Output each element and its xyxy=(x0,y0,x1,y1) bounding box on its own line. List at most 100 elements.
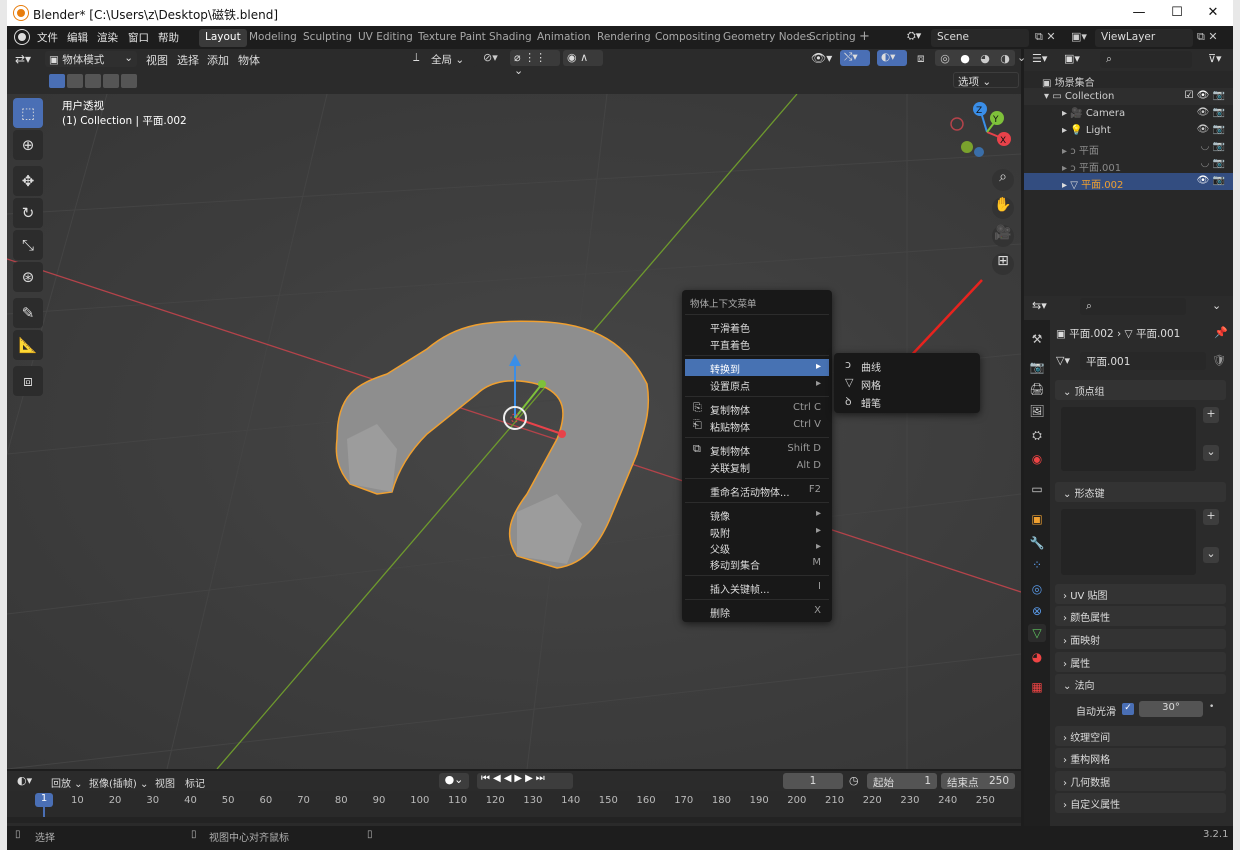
playback-controls[interactable]: ⏮◀◀▶▶⏭ xyxy=(477,773,573,789)
add-shape-key-button[interactable]: + xyxy=(1203,509,1219,525)
view-layer-field[interactable]: ViewLayer xyxy=(1095,29,1193,47)
output-tab-icon[interactable]: 🖨 xyxy=(1028,380,1046,398)
select-extend-icon[interactable] xyxy=(67,74,83,88)
transform-orientation-icon[interactable]: ⟘ xyxy=(413,51,420,65)
menu-item-rename-active[interactable]: 重命名活动物体... F2 xyxy=(685,482,829,499)
menu-item-convert-to[interactable]: 转换到 ▸ xyxy=(685,359,829,376)
visibility-icon[interactable]: 👁▾ xyxy=(811,51,832,65)
outliner-row-collection[interactable]: ▾ ▭ Collection ☑ 👁 📷 xyxy=(1024,88,1233,105)
panel-vertex-groups[interactable]: ⌄ 顶点组 xyxy=(1055,380,1226,400)
mesh-name-field[interactable]: 平面.001 xyxy=(1080,352,1206,370)
texture-tab-icon[interactable]: ▦ xyxy=(1028,678,1046,696)
menu-file[interactable]: 文件 xyxy=(37,30,58,45)
panel-color-attributes[interactable]: › 颜色属性 xyxy=(1055,606,1226,626)
menu-item-duplicate-objects[interactable]: ⧉ 复制物体 Shift D xyxy=(685,441,829,458)
fake-user-icon[interactable]: 🛡 xyxy=(1212,354,1226,367)
perspective-toggle-icon[interactable]: ⊞ xyxy=(992,253,1014,275)
filter-icon[interactable]: ⊽▾ xyxy=(1208,52,1222,65)
select-intersect-icon[interactable] xyxy=(121,74,137,88)
constraints-tab-icon[interactable]: ⊗ xyxy=(1028,602,1046,620)
world-tab-icon[interactable]: ◉ xyxy=(1028,450,1046,468)
menu-item-delete[interactable]: 删除 X xyxy=(685,603,829,620)
pan-hand-icon[interactable]: ✋ xyxy=(992,197,1014,219)
annotate-tool-icon[interactable]: ✎ xyxy=(13,298,43,328)
outliner-editor-icon[interactable]: ☰▾ xyxy=(1032,52,1047,65)
scene-tab-icon[interactable]: ⛭ xyxy=(1028,426,1046,444)
properties-editor-icon[interactable]: ⇆▾ xyxy=(1032,299,1047,312)
tool-tab-icon[interactable]: ⚒ xyxy=(1028,330,1046,348)
outliner-row-plane-001[interactable]: ▸ ↄ 平面.001 ◡ 📷 xyxy=(1024,156,1233,174)
overlay-toggle[interactable]: ◐▾ xyxy=(877,50,907,66)
menu-window[interactable]: 窗口 xyxy=(128,30,149,45)
auto-smooth-angle-field[interactable]: 30° xyxy=(1139,701,1203,717)
xray-toggle-icon[interactable]: ⧈ xyxy=(917,51,925,66)
properties-search-input[interactable]: ⌕ xyxy=(1080,298,1186,315)
select-mode-buttons[interactable] xyxy=(49,74,137,88)
menu-edit[interactable]: 编辑 xyxy=(67,30,88,45)
menu-item-snap[interactable]: 吸附 ▸ xyxy=(685,523,829,540)
snapping-toggle[interactable]: ⌀ ⋮⋮ ⌄ xyxy=(510,50,560,77)
minimize-button[interactable]: — xyxy=(1119,3,1159,23)
camera-view-icon[interactable]: 🎥 xyxy=(992,225,1014,247)
record-button[interactable]: ●⌄ xyxy=(439,773,469,789)
tab-compositing[interactable]: Compositing xyxy=(649,29,727,47)
menu-item-mirror[interactable]: 镜像 ▸ xyxy=(685,506,829,523)
menu-marker[interactable]: 标记 xyxy=(185,775,205,790)
collection-visibility-icons[interactable]: ☑ 👁 📷 xyxy=(1185,90,1225,101)
display-mode-icon[interactable]: ▣▾ xyxy=(1064,52,1080,65)
select-invert-icon[interactable] xyxy=(103,74,119,88)
x-handle-icon[interactable] xyxy=(558,430,566,438)
proportional-edit-toggle[interactable]: ◉ ∧ xyxy=(563,50,603,66)
shape-key-menu-button[interactable]: ⌄ xyxy=(1203,547,1219,563)
transform-orientation-select[interactable]: 全局 ⌄ xyxy=(427,51,477,67)
submenu-item-grease-pencil[interactable]: ꝺ 蜡笔 xyxy=(837,393,977,410)
menu-help[interactable]: 帮助 xyxy=(158,30,179,45)
close-button[interactable]: ✕ xyxy=(1193,3,1233,23)
menu-playback[interactable]: 回放 ⌄ xyxy=(51,775,83,790)
panel-shape-keys[interactable]: ⌄ 形态键 xyxy=(1055,482,1226,502)
outliner-search-input[interactable]: ⌕ xyxy=(1100,51,1192,68)
camera-visibility-icons[interactable]: 👁 📷 xyxy=(1197,107,1225,118)
transform-tool-icon[interactable]: ⊛ xyxy=(13,262,43,292)
outliner-row-scene-collection[interactable]: ▣ 场景集合 xyxy=(1024,71,1233,89)
physics-tab-icon[interactable]: ◎ xyxy=(1028,580,1046,598)
mode-select[interactable]: ▣ 物体模式 ⌄ xyxy=(45,51,137,67)
tab-texture-paint[interactable]: Texture Paint xyxy=(412,29,492,47)
panel-attributes[interactable]: › 属性 xyxy=(1055,652,1226,672)
panel-remesh[interactable]: › 重构网格 xyxy=(1055,748,1226,768)
vertex-group-menu-button[interactable]: ⌄ xyxy=(1203,445,1219,461)
solid-shading-icon[interactable]: ● xyxy=(960,52,970,65)
menu-item-paste-objects[interactable]: ⎗ 粘贴物体 Ctrl V xyxy=(685,417,829,434)
panel-uv-maps[interactable]: › UV 贴图 xyxy=(1055,584,1226,604)
menu-item-copy-objects[interactable]: ⎘ 复制物体 Ctrl C xyxy=(685,400,829,417)
menu-timeline-view[interactable]: 视图 xyxy=(155,775,175,790)
menu-keying[interactable]: 抠像(插帧) ⌄ xyxy=(89,775,148,790)
timeline-scrollbar[interactable] xyxy=(7,817,1021,823)
menu-item-smooth-shade[interactable]: 平滑着色 xyxy=(685,318,829,335)
menu-select[interactable]: 选择 xyxy=(177,52,199,68)
3d-viewport[interactable]: Z X Y 用户透视 (1) Collection | 平面.002 ⌕ ✋ 🎥… xyxy=(7,94,1021,769)
cursor-tool-icon[interactable]: ⊕ xyxy=(13,130,43,160)
tab-uv-editing[interactable]: UV Editing xyxy=(352,29,419,47)
tab-shading[interactable]: Shading xyxy=(483,29,538,47)
start-frame-field[interactable]: 起始 1 xyxy=(867,773,937,789)
outliner-row-plane-002[interactable]: ▸ ▽ 平面.002 👁 📷 xyxy=(1024,173,1233,191)
outliner-row-camera[interactable]: ▸ 🎥 Camera 👁 📷 xyxy=(1024,105,1233,122)
plane-001-visibility-icons[interactable]: ◡ 📷 xyxy=(1201,158,1225,169)
view-layer-tab-icon[interactable]: 🖼 xyxy=(1028,402,1046,420)
editor-type-icon[interactable]: ⇄▾ xyxy=(15,52,31,66)
pivot-point-icon[interactable]: ⊘▾ xyxy=(483,51,498,64)
menu-add[interactable]: 添加 xyxy=(207,52,229,68)
panel-normals[interactable]: ⌄ 法向 xyxy=(1055,674,1226,694)
timeline-editor-icon[interactable]: ◐▾ xyxy=(17,774,32,787)
particles-tab-icon[interactable]: ⁘ xyxy=(1028,556,1046,574)
menu-item-flat-shade[interactable]: 平直着色 xyxy=(685,335,829,352)
add-workspace-button[interactable]: + xyxy=(853,27,876,45)
scale-tool-icon[interactable]: ⤡ xyxy=(13,230,43,260)
maximize-button[interactable]: ☐ xyxy=(1157,3,1197,23)
scene-icon[interactable]: ⛭▾ xyxy=(907,29,929,47)
tab-modeling[interactable]: Modeling xyxy=(243,29,303,47)
tab-sculpting[interactable]: Sculpting xyxy=(297,29,358,47)
options-button[interactable]: 选项 ⌄ xyxy=(953,72,1019,88)
object-tab-icon[interactable]: ▣ xyxy=(1028,510,1046,528)
